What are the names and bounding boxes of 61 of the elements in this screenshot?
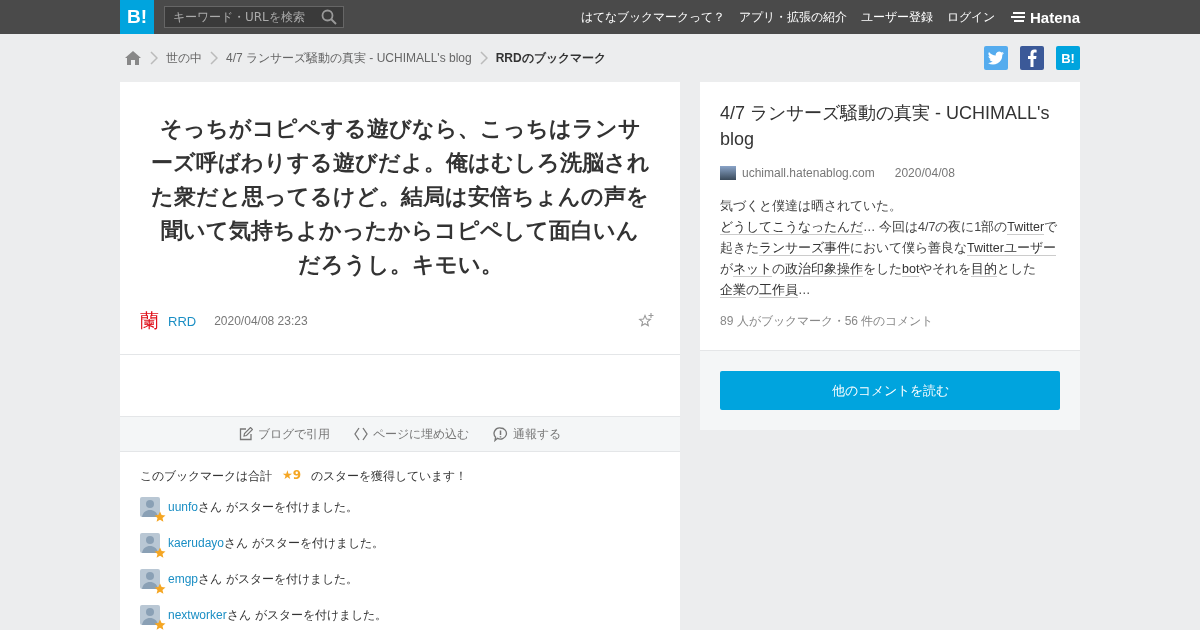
entry-counts: 89 人がブックマーク・56 件のコメント — [720, 313, 935, 330]
keyword-link[interactable]: bot — [902, 262, 920, 277]
keyword-link[interactable]: 政治印象操作 — [785, 262, 863, 277]
alert-icon — [493, 426, 508, 442]
keyword-link[interactable]: 目的 — [971, 262, 998, 277]
twitter-share-button[interactable] — [984, 46, 1008, 70]
entry-title[interactable]: 4/7 ランサーズ騒動の真実 - UCHIMALL's blog — [720, 100, 1060, 152]
user-avatar[interactable]: 蘭 — [140, 308, 160, 334]
chevron-icon — [150, 51, 158, 65]
facebook-share-button[interactable] — [1020, 46, 1044, 70]
entry-date: 2020/04/08 — [894, 166, 955, 180]
action-link[interactable]: ページに埋め込む — [354, 425, 469, 443]
add-star-icon[interactable] — [638, 313, 654, 329]
user-avatar[interactable] — [140, 497, 166, 523]
user-link[interactable]: RRD — [168, 313, 197, 329]
keyword-link[interactable]: ランサーズ事件 — [759, 241, 850, 256]
edit-icon — [239, 427, 253, 441]
search-field[interactable]: キーワード・URLを検索 — [164, 6, 344, 28]
code-icon — [354, 427, 368, 441]
comment-text: そっちがコピペする遊びなら、こっちはランサーズ呼ばわりする遊びだよ。俺はむしろ洗脳された衆だと思ってるけど。結局は安倍ちょんの声を聞いて気持ちよかったからコピペして面白いんだろうし。キモい。 — [149, 115, 651, 279]
user-link[interactable]: uunfo — [168, 500, 199, 514]
star-total-text: このブックマークは合計 — [140, 468, 272, 485]
user-avatar[interactable] — [140, 605, 166, 630]
keyword-link[interactable]: 企業 — [720, 283, 746, 298]
keyword-link[interactable]: Twitterユーザー — [967, 241, 1056, 256]
keyword-link[interactable]: Twitter — [1007, 220, 1045, 235]
search-icon[interactable] — [321, 9, 337, 25]
breadcrumb-link[interactable]: 4/7 ランサーズ騒動の真実 - UCHIMALL's blog — [226, 49, 472, 67]
bird-icon — [988, 51, 1004, 65]
chevron-icon — [479, 51, 488, 65]
action-link[interactable]: ブログで引用 — [239, 425, 330, 443]
star-given-text: さん がスターを付けました。 — [198, 500, 358, 514]
home-icon[interactable] — [124, 50, 142, 66]
star-count: ★9 — [282, 468, 302, 484]
nav-link[interactable]: ログイン — [946, 8, 995, 26]
keyword-link[interactable]: 工作員 — [759, 283, 798, 298]
action-link[interactable]: 通報する — [493, 425, 561, 443]
user-link[interactable]: kaerudayo — [168, 536, 225, 550]
brand-logo-icon — [1010, 11, 1027, 23]
user-avatar[interactable] — [140, 533, 166, 559]
site-favicon — [720, 166, 736, 180]
user-avatar[interactable] — [140, 569, 166, 595]
star-given-text: さん がスターを付けました。 — [224, 536, 384, 550]
user-link[interactable]: nextworker — [168, 608, 227, 622]
breadcrumb-link[interactable]: 世の中 — [166, 49, 202, 67]
keyword-link[interactable]: どうしてこうなったんだ — [720, 220, 863, 235]
nav-link[interactable]: アプリ・拡張の紹介 — [738, 8, 847, 26]
bookmark-date: 2020/04/08 23:23 — [214, 314, 308, 328]
nav-link[interactable]: はてなブックマークって？ — [580, 8, 725, 26]
star-total-text: のスターを獲得しています！ — [311, 468, 468, 485]
star-given-text: さん がスターを付けました。 — [226, 608, 387, 622]
chevron-icon — [210, 51, 218, 65]
letter-f-icon — [1027, 49, 1037, 67]
star-given-text: さん がスターを付けました。 — [198, 572, 358, 586]
breadcrumb-current: RRDのブックマーク — [495, 49, 606, 67]
user-link[interactable]: emgp — [168, 572, 199, 586]
brand-name[interactable]: Hatena — [1029, 8, 1080, 26]
entry-summary: 気づくと僕達は晒されていた。 どうしてこうなったんだ… 今回は4/7の夜に1部のTwitterで起きたランサーズ事件において僕ら善良なTwitterユーザー がネット の政治印象操作をしたbotやそれを 目的 とした 企業の工作員… — [720, 198, 1059, 300]
keyword-link[interactable]: ネット — [733, 262, 772, 277]
nav-link[interactable]: ユーザー登録 — [860, 8, 933, 26]
entry-domain[interactable]: uchimall.hatenablog.com — [742, 166, 875, 180]
